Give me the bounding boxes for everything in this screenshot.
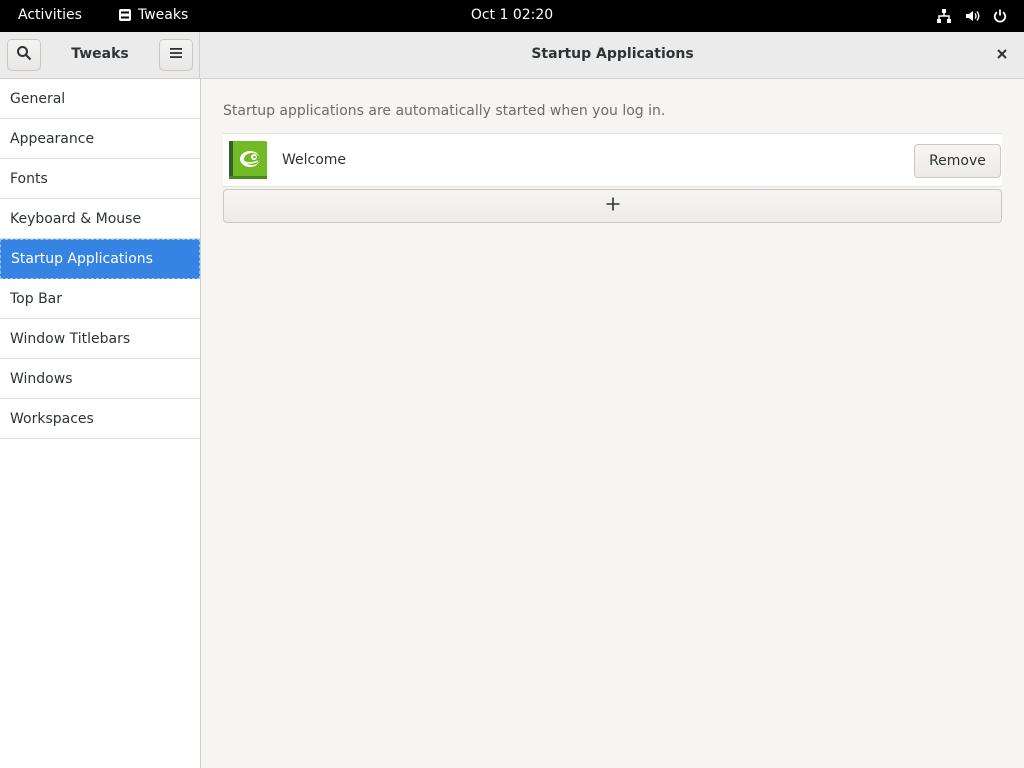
network-icon[interactable] <box>936 8 952 24</box>
app-name: Welcome <box>282 152 347 168</box>
add-startup-app-button[interactable] <box>223 189 1002 223</box>
sidebar-header: Tweaks <box>0 32 200 78</box>
clock-button[interactable]: Oct 1 02:20 <box>471 7 553 23</box>
sidebar-item-fonts[interactable]: Fonts <box>0 159 200 199</box>
sidebar-item-keyboard-mouse[interactable]: Keyboard & Mouse <box>0 199 200 239</box>
system-top-bar: Activities Tweaks Oct 1 02:20 <box>0 0 1024 32</box>
sidebar-item-appearance[interactable]: Appearance <box>0 119 200 159</box>
hamburger-menu-icon <box>168 45 184 65</box>
opensuse-welcome-icon <box>228 140 268 180</box>
header-bar: Tweaks Startup Applications <box>0 32 1024 79</box>
content-area: Startup applications are automatically s… <box>201 79 1024 768</box>
close-icon <box>996 48 1008 64</box>
sidebar-item-general[interactable]: General <box>0 79 200 119</box>
volume-icon[interactable] <box>964 8 980 24</box>
sidebar-item-top-bar[interactable]: Top Bar <box>0 279 200 319</box>
startup-app-row: Welcome Remove <box>223 133 1002 187</box>
page-title: Startup Applications <box>531 46 694 62</box>
sidebar-item-workspaces[interactable]: Workspaces <box>0 399 200 439</box>
sidebar-item-startup-applications[interactable]: Startup Applications <box>0 239 200 279</box>
startup-description: Startup applications are automatically s… <box>223 103 666 119</box>
remove-button[interactable]: Remove <box>914 144 1001 178</box>
sidebar-item-window-titlebars[interactable]: Window Titlebars <box>0 319 200 359</box>
plus-icon <box>605 196 621 216</box>
power-icon[interactable] <box>992 8 1008 24</box>
sidebar: General Appearance Fonts Keyboard & Mous… <box>0 79 201 768</box>
close-button[interactable] <box>992 46 1012 66</box>
main-menu-button[interactable] <box>159 39 193 71</box>
status-area[interactable] <box>936 8 1008 24</box>
sidebar-item-windows[interactable]: Windows <box>0 359 200 399</box>
content-header: Startup Applications <box>201 32 1024 78</box>
